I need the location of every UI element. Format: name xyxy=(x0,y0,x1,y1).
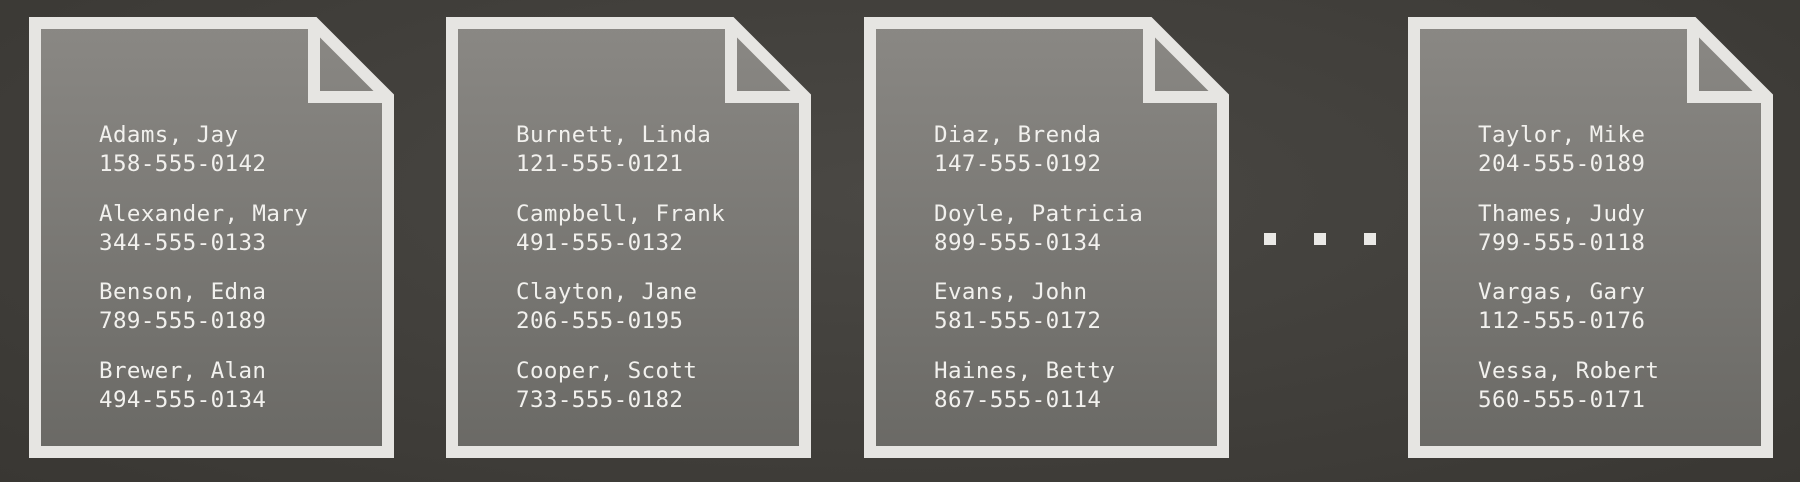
contact-phone: 581-555-0172 xyxy=(934,308,1102,334)
contact-name: Taylor, Mike xyxy=(1478,122,1646,148)
contact-name: Alexander, Mary xyxy=(99,200,309,227)
contact-phone: 206-555-0195 xyxy=(516,308,684,334)
ellipsis-dot xyxy=(1364,233,1376,245)
contact-record: Haines, Betty 867-555-0114 xyxy=(934,357,1143,436)
record-list: Adams, Jay 158-555-0142 Alexander, Mary … xyxy=(99,121,308,435)
contact-record: Evans, John 581-555-0172 xyxy=(934,278,1143,357)
contact-phone: 799-555-0118 xyxy=(1478,229,1646,256)
contact-name: Cooper, Scott xyxy=(516,357,698,384)
contact-name: Diaz, Brenda xyxy=(934,122,1102,148)
contact-record: Thames, Judy 799-555-0118 xyxy=(1478,200,1659,279)
contact-phone: 733-555-0182 xyxy=(516,386,684,413)
contact-name: Evans, John xyxy=(934,279,1088,305)
contact-name: Haines, Betty xyxy=(934,357,1116,384)
contact-phone: 158-555-0142 xyxy=(99,151,267,177)
contact-record: Vargas, Gary 112-555-0176 xyxy=(1478,278,1659,357)
contact-record: Vessa, Robert 560-555-0171 xyxy=(1478,357,1659,436)
contact-record: Burnett, Linda 121-555-0121 xyxy=(516,121,725,200)
contact-phone: 121-555-0121 xyxy=(516,151,684,177)
contact-record: Clayton, Jane 206-555-0195 xyxy=(516,278,725,357)
contact-phone: 867-555-0114 xyxy=(934,386,1102,413)
contact-record: Cooper, Scott 733-555-0182 xyxy=(516,357,725,436)
contact-phone: 147-555-0192 xyxy=(934,151,1102,177)
contact-name: Clayton, Jane xyxy=(516,279,698,305)
contact-name: Vessa, Robert xyxy=(1478,357,1660,384)
contact-phone: 491-555-0132 xyxy=(516,229,684,256)
ellipsis-icon xyxy=(1264,233,1376,245)
contact-phone: 560-555-0171 xyxy=(1478,386,1646,413)
contact-record: Doyle, Patricia 899-555-0134 xyxy=(934,200,1143,279)
contact-name: Doyle, Patricia xyxy=(934,200,1144,227)
record-list: Burnett, Linda 121-555-0121 Campbell, Fr… xyxy=(516,121,725,435)
contact-name: Campbell, Frank xyxy=(516,200,726,227)
contact-name: Vargas, Gary xyxy=(1478,279,1646,305)
contact-phone: 789-555-0189 xyxy=(99,308,267,334)
contact-phone: 344-555-0133 xyxy=(99,229,267,256)
contact-phone: 112-555-0176 xyxy=(1478,308,1646,334)
contact-record: Brewer, Alan 494-555-0134 xyxy=(99,357,308,436)
ellipsis-dot xyxy=(1314,233,1326,245)
contact-phone: 494-555-0134 xyxy=(99,386,267,413)
contact-name: Benson, Edna xyxy=(99,279,267,305)
contact-record: Taylor, Mike 204-555-0189 xyxy=(1478,121,1659,200)
contact-record: Diaz, Brenda 147-555-0192 xyxy=(934,121,1143,200)
contact-phone: 899-555-0134 xyxy=(934,229,1102,256)
contact-record: Benson, Edna 789-555-0189 xyxy=(99,278,308,357)
record-list: Taylor, Mike 204-555-0189 Thames, Judy 7… xyxy=(1478,121,1659,435)
contact-name: Brewer, Alan xyxy=(99,357,267,384)
contact-name: Adams, Jay xyxy=(99,122,239,148)
contact-record: Adams, Jay 158-555-0142 xyxy=(99,121,308,200)
contact-record: Campbell, Frank 491-555-0132 xyxy=(516,200,725,279)
record-list: Diaz, Brenda 147-555-0192 Doyle, Patrici… xyxy=(934,121,1143,435)
contact-record: Alexander, Mary 344-555-0133 xyxy=(99,200,308,279)
ellipsis-dot xyxy=(1264,233,1276,245)
contact-phone: 204-555-0189 xyxy=(1478,151,1646,177)
contact-name: Thames, Judy xyxy=(1478,200,1646,227)
contact-name: Burnett, Linda xyxy=(516,122,712,148)
